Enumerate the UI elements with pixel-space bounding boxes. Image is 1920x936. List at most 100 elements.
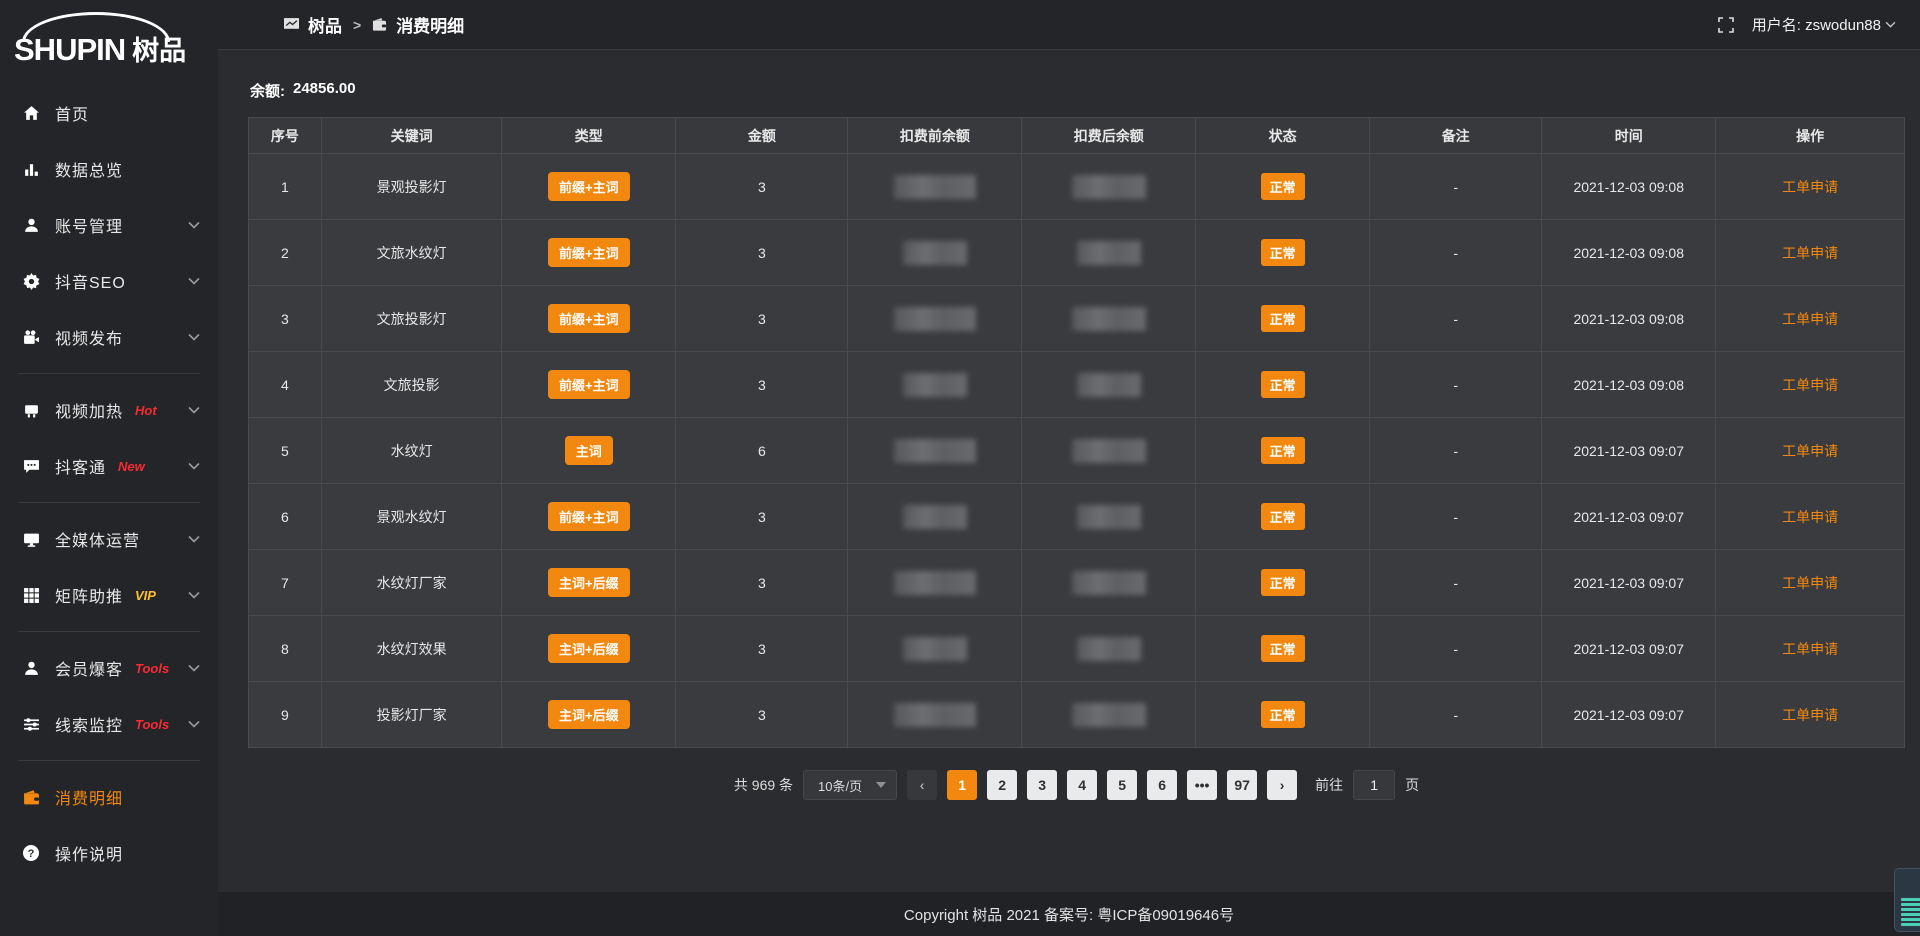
browser-extension-widget[interactable] [1894,868,1920,932]
chevron-down-icon [188,720,200,728]
sidebar-item-home[interactable]: 首页 [0,85,218,141]
action-cell: 工单申请 [1716,154,1905,220]
sidebar-item-matrix-boost[interactable]: 矩阵助推 VIP [0,567,218,623]
action-cell: 工单申请 [1716,682,1905,748]
status-cell: 正常 [1196,484,1370,550]
breadcrumb-item-root[interactable]: 树品 [308,12,342,37]
index-cell: 5 [249,418,322,484]
sidebar-item-doketong[interactable]: 抖客通 New [0,438,218,494]
status-badge: 正常 [1261,701,1305,728]
sidebar-item-label: 全媒体运营 [55,527,140,551]
work-order-link[interactable]: 工单申请 [1782,179,1838,195]
time-cell: 2021-12-03 09:07 [1542,550,1716,616]
balance-after-cell [1022,550,1196,616]
censored-value [894,307,976,331]
sidebar-item-data-overview[interactable]: 数据总览 [0,141,218,197]
sidebar-item-video-heat[interactable]: 视频加热 Hot [0,382,218,438]
page-button-5[interactable]: 5 [1107,770,1137,800]
page-button-1[interactable]: 1 [947,770,977,800]
censored-value [1072,703,1146,727]
sidebar-item-account[interactable]: 账号管理 [0,197,218,253]
censored-value [1077,637,1141,661]
index-cell: 4 [249,352,322,418]
tools-badge: Tools [135,661,169,676]
sidebar-item-instructions[interactable]: ? 操作说明 [0,825,218,881]
remark-cell: - [1370,286,1542,352]
keyword-cell: 景观投影灯 [321,154,502,220]
sidebar-item-omnimedia[interactable]: 全媒体运营 [0,511,218,567]
prev-page-button[interactable]: ‹ [907,770,937,800]
page-button-4[interactable]: 4 [1067,770,1097,800]
amount-cell: 6 [676,418,848,484]
hot-badge: Hot [135,403,157,418]
chevron-down-icon [876,782,886,788]
chevron-down-icon [188,664,200,672]
goto-page-input[interactable] [1353,770,1395,800]
balance-after-cell [1022,154,1196,220]
work-order-link[interactable]: 工单申请 [1782,311,1838,327]
censored-value [894,175,976,199]
censored-value [1072,571,1146,595]
sidebar-item-douyin-seo[interactable]: 抖音SEO [0,253,218,309]
page-button-6[interactable]: 6 [1147,770,1177,800]
censored-value [894,571,976,595]
user-menu[interactable]: 用户名: zswodun88 [1752,14,1896,35]
sidebar-item-video-publish[interactable]: 视频发布 [0,309,218,365]
vip-badge: VIP [135,588,156,603]
status-badge: 正常 [1261,635,1305,662]
work-order-link[interactable]: 工单申请 [1782,377,1838,393]
amount-cell: 3 [676,220,848,286]
sidebar-item-consumption-detail[interactable]: 消费明细 [0,769,218,825]
chevron-down-icon [188,535,200,543]
amount-cell: 3 [676,682,848,748]
type-cell: 前缀+主词 [502,154,676,220]
sidebar-divider [18,760,200,761]
keyword-cell: 文旅投影 [321,352,502,418]
work-order-link[interactable]: 工单申请 [1782,509,1838,525]
type-cell: 主词+后缀 [502,682,676,748]
work-order-link[interactable]: 工单申请 [1782,641,1838,657]
wallet-icon [372,17,387,32]
balance-after-cell [1022,352,1196,418]
keyword-cell: 投影灯厂家 [321,682,502,748]
amount-cell: 3 [676,616,848,682]
page-ellipsis-button[interactable]: ••• [1187,770,1217,800]
footer: Copyright 树品 2021 备案号: 粤ICP备09019646号 [218,892,1920,936]
time-cell: 2021-12-03 09:08 [1542,352,1716,418]
dashboard-icon [284,17,299,32]
remark-cell: - [1370,484,1542,550]
type-cell: 前缀+主词 [502,352,676,418]
status-cell: 正常 [1196,286,1370,352]
work-order-link[interactable]: 工单申请 [1782,245,1838,261]
page-button-3[interactable]: 3 [1027,770,1057,800]
page-size-select[interactable]: 10条/页 [803,770,897,800]
type-tag: 前缀+主词 [548,370,630,399]
table-row: 7 水纹灯厂家 主词+后缀 3 正常 - 2021-12-03 09:07 工单… [249,550,1905,616]
work-order-link[interactable]: 工单申请 [1782,443,1838,459]
table-row: 1 景观投影灯 前缀+主词 3 正常 - 2021-12-03 09:08 工单… [249,154,1905,220]
status-badge: 正常 [1261,371,1305,398]
member-icon [22,659,40,677]
next-page-button[interactable]: › [1267,770,1297,800]
fullscreen-icon[interactable] [1718,17,1734,33]
goto-unit: 页 [1405,775,1419,795]
censored-value [1077,373,1141,397]
work-order-link[interactable]: 工单申请 [1782,707,1838,723]
balance-before-cell [848,418,1022,484]
col-header-balance-after: 扣费后余额 [1022,118,1196,154]
monitor-icon [22,530,40,548]
sidebar-item-label: 视频加热 [55,398,123,422]
sidebar-item-lead-monitor[interactable]: 线索监控 Tools [0,696,218,752]
censored-value [1077,505,1141,529]
action-cell: 工单申请 [1716,220,1905,286]
remark-cell: - [1370,418,1542,484]
action-cell: 工单申请 [1716,286,1905,352]
page-button-97[interactable]: 97 [1227,770,1257,800]
work-order-link[interactable]: 工单申请 [1782,575,1838,591]
page-button-2[interactable]: 2 [987,770,1017,800]
censored-value [1077,241,1141,265]
sidebar-item-member-bloom[interactable]: 会员爆客 Tools [0,640,218,696]
col-header-status: 状态 [1196,118,1370,154]
chevron-down-icon [188,406,200,414]
balance-after-cell [1022,616,1196,682]
